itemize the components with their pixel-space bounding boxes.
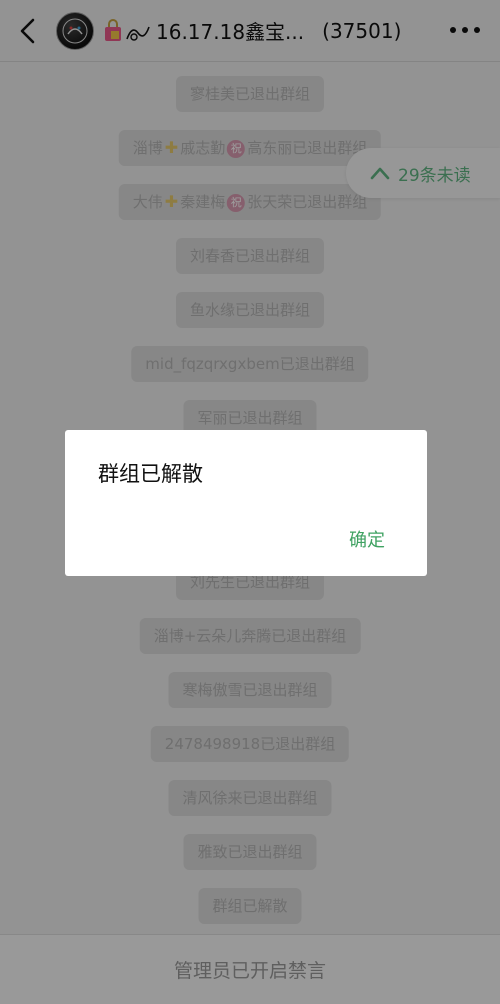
confirm-button[interactable]: 确定 [349,526,385,552]
dialog-message: 群组已解散 [98,462,203,486]
alert-dialog: 群组已解散 确定 [65,430,427,576]
modal-overlay[interactable]: 群组已解散 确定 [0,0,500,1004]
